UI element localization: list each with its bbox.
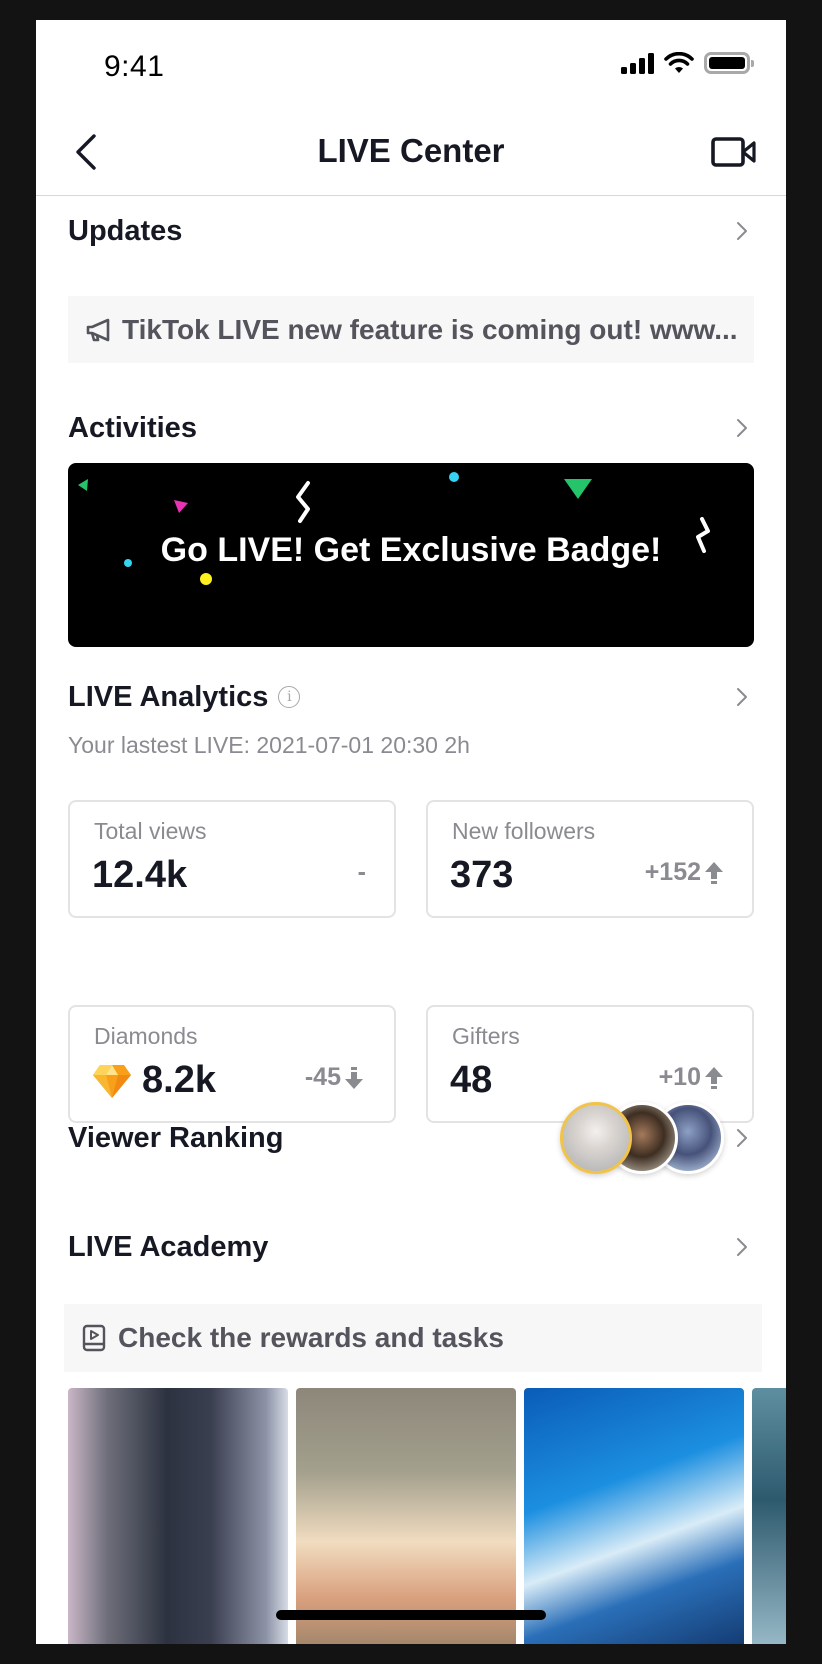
- chevron-right-icon[interactable]: [730, 1235, 754, 1259]
- rewards-tasks-text: Check the rewards and tasks: [118, 1322, 504, 1353]
- analytics-title-text: LIVE Analytics: [68, 680, 269, 713]
- arrow-up-icon: [705, 861, 723, 884]
- updates-header[interactable]: Updates: [68, 206, 754, 256]
- megaphone-icon: [86, 318, 110, 341]
- activity-banner[interactable]: Go LIVE! Get Exclusive Badge!: [68, 463, 754, 647]
- stat-delta: +10: [659, 1063, 724, 1092]
- stat-label: Gifters: [452, 1023, 520, 1049]
- page-title: LIVE Center: [317, 132, 505, 169]
- stat-label: New followers: [452, 818, 596, 844]
- academy-video-carousel[interactable]: [68, 1388, 786, 1644]
- stat-value: 8.2k: [92, 1059, 216, 1102]
- stat-card-total-views[interactable]: Total views 12.4k -: [68, 800, 396, 918]
- chevron-right-icon[interactable]: [730, 685, 754, 709]
- stat-delta: +152: [645, 858, 724, 887]
- viewer-ranking-title: Viewer Ranking: [68, 1121, 284, 1154]
- academy-title: LIVE Academy: [68, 1230, 269, 1263]
- latest-live-info: Your lastest LIVE: 2021-07-01 20:30 2h: [68, 732, 470, 758]
- activities-header[interactable]: Activities: [68, 403, 754, 453]
- go-live-video-button[interactable]: [710, 132, 758, 172]
- academy-video-thumbnail[interactable]: [752, 1388, 786, 1644]
- academy-video-thumbnail[interactable]: [296, 1388, 516, 1644]
- stat-label: Total views: [94, 818, 207, 844]
- arrow-up-icon: [705, 1066, 723, 1089]
- top-viewers-avatars[interactable]: [560, 1102, 730, 1174]
- rewards-tasks-link[interactable]: Check the rewards and tasks: [64, 1304, 762, 1372]
- academy-header[interactable]: LIVE Academy: [68, 1222, 754, 1272]
- stat-value: 12.4k: [92, 854, 188, 896]
- chevron-right-icon[interactable]: [730, 1126, 754, 1150]
- stat-card-new-followers[interactable]: New followers 373 +152: [426, 800, 754, 918]
- banner-text: Go LIVE! Get Exclusive Badge!: [160, 531, 662, 569]
- arrow-down-icon: [345, 1066, 363, 1089]
- stat-label: Diamonds: [94, 1023, 198, 1049]
- academy-video-thumbnail[interactable]: [524, 1388, 744, 1644]
- diamond-icon: [93, 1064, 131, 1098]
- status-icons: [621, 52, 754, 74]
- stat-value: 373: [450, 854, 514, 896]
- battery-icon: [704, 52, 754, 74]
- home-indicator[interactable]: [276, 1610, 546, 1620]
- stat-card-diamonds[interactable]: Diamonds 8.2k -45: [68, 1005, 396, 1123]
- status-time: 9:41: [104, 50, 165, 83]
- stat-delta: -45: [305, 1063, 364, 1092]
- updates-title: Updates: [68, 214, 183, 247]
- update-notice[interactable]: TikTok LIVE new feature is coming out! w…: [68, 296, 754, 363]
- chevron-right-icon[interactable]: [730, 416, 754, 440]
- video-book-icon: [82, 1324, 106, 1352]
- chevron-right-icon[interactable]: [730, 219, 754, 243]
- wifi-icon: [664, 52, 694, 73]
- cellular-signal-icon: [621, 52, 654, 74]
- analytics-header[interactable]: LIVE Analytics i: [68, 672, 754, 722]
- video-camera-icon: [711, 137, 756, 167]
- avatar-top-ranked[interactable]: [560, 1102, 632, 1174]
- info-icon[interactable]: i: [278, 686, 301, 708]
- analytics-title: LIVE Analytics i: [68, 680, 301, 714]
- stat-value: 48: [450, 1059, 493, 1101]
- academy-video-thumbnail[interactable]: [68, 1388, 288, 1644]
- navigation-bar: LIVE Center: [36, 108, 786, 196]
- stat-delta: -: [357, 858, 366, 886]
- activities-title: Activities: [68, 411, 197, 444]
- live-center-screen: 9:41 LIVE Center Updates TikTok LIVE new…: [36, 20, 786, 1644]
- update-notice-text: TikTok LIVE new feature is coming out! w…: [122, 313, 738, 345]
